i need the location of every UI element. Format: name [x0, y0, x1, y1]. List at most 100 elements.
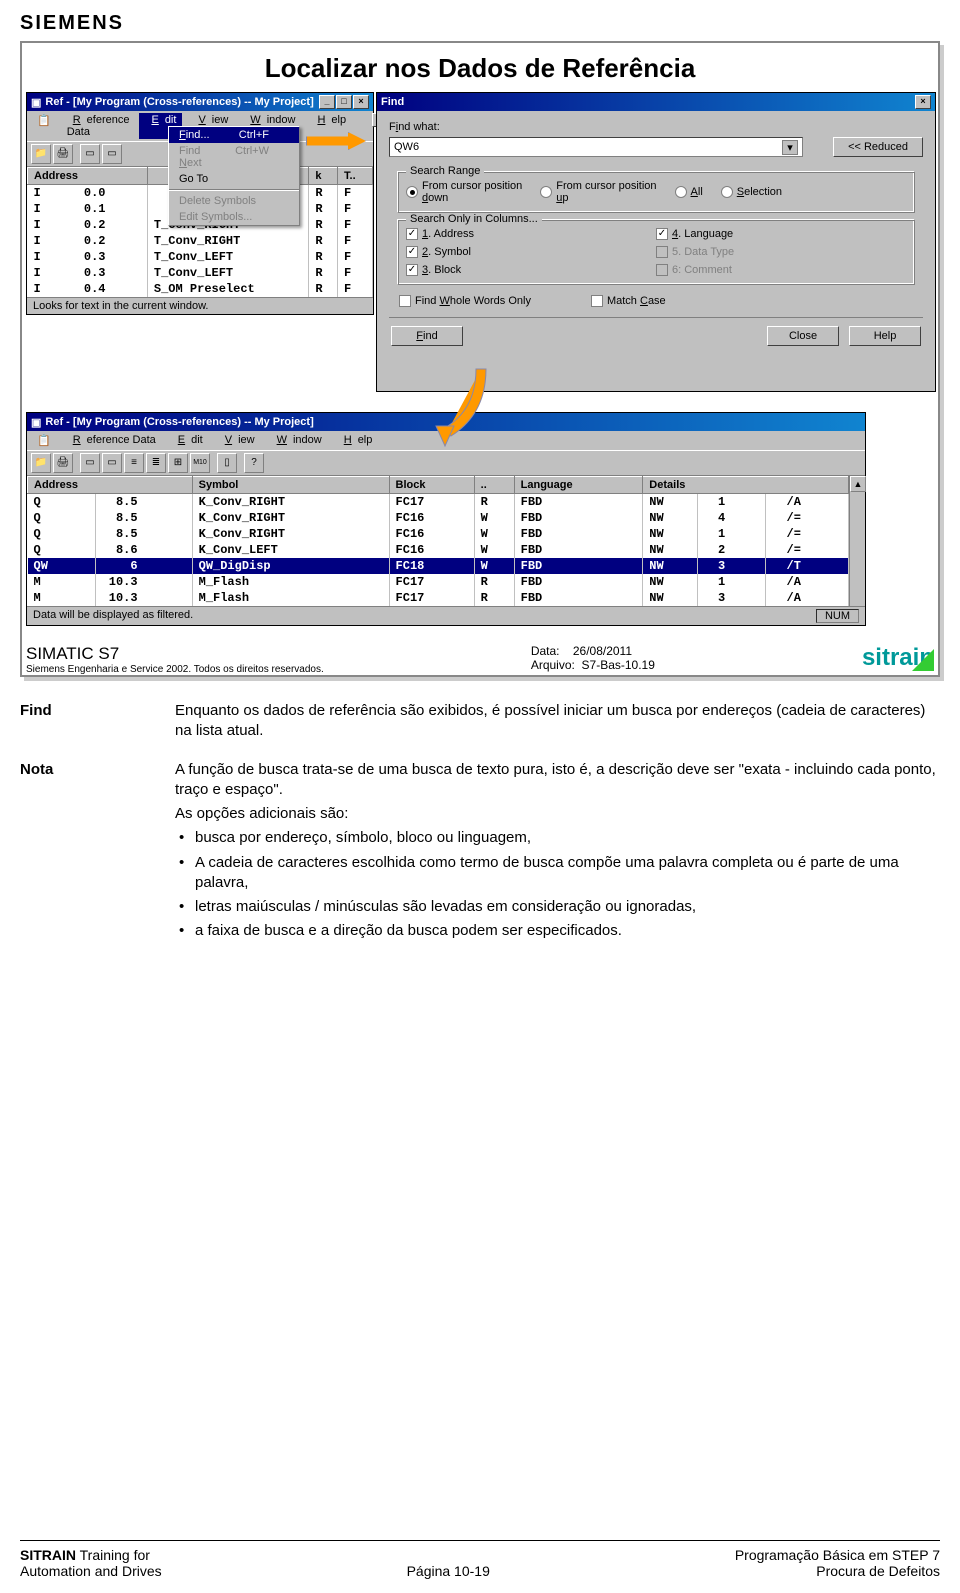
toolbar-button[interactable]: ▭ [80, 144, 100, 164]
slide-info-left: SIMATIC S7 Siemens Engenharia e Service … [26, 644, 324, 675]
menu-window[interactable]: Window [265, 433, 328, 448]
close-icon[interactable]: × [915, 95, 931, 109]
titlebar-1: ▣ Ref - [My Program (Cross-references) --… [27, 93, 373, 111]
menu-item-edit-symbols: Edit Symbols... [169, 209, 299, 225]
radio-selection[interactable]: Selection [721, 180, 782, 204]
slide-title: Localizar nos Dados de Referência [26, 43, 934, 92]
table-row[interactable]: Q 8.6K_Conv_LEFTFC16WFBDNW 2 /= [28, 542, 849, 558]
close-icon[interactable]: × [353, 95, 369, 109]
radio-from-cursor-up[interactable]: From cursor positionup [540, 180, 656, 204]
col-symbol[interactable]: Symbol [192, 477, 389, 494]
search-range-legend: Search Range [406, 165, 484, 177]
table-row[interactable]: Q 8.5K_Conv_RIGHTFC17RFBDNW 1 /A [28, 494, 849, 511]
toolbar-button[interactable]: ▭ [102, 144, 122, 164]
page-number: Página 10-19 [407, 1563, 490, 1579]
reduced-button[interactable]: << Reduced [833, 137, 923, 157]
col-t[interactable]: T.. [338, 168, 373, 185]
corner-triangle-icon [912, 649, 934, 671]
arrow-curve-icon [426, 364, 496, 454]
list-item: a faixa de busca e a direção da busca po… [175, 921, 940, 941]
menu-reference-data[interactable]: Reference Data [61, 113, 136, 139]
find-input[interactable]: QW6 ▾ [389, 137, 803, 157]
table-row[interactable]: I 0.3T_Conv_LEFTRF [28, 265, 373, 281]
chk-datatype: 5. Data Type [656, 246, 906, 258]
find-heading: Find [20, 701, 175, 742]
chk-whole-words[interactable]: Find Whole Words Only [399, 295, 531, 307]
toolbar-button[interactable]: 📁 [31, 453, 51, 473]
toolbar-button[interactable]: ▯ [217, 453, 237, 473]
chk-block[interactable]: ✓3. Block [406, 264, 656, 276]
minimize-icon[interactable]: _ [319, 95, 335, 109]
table-row[interactable]: QW 6QW_DigDispFC18WFBDNW 3 /T [28, 558, 849, 574]
edit-menu-dropdown: Find...Ctrl+F Find NextCtrl+W Go To Dele… [168, 126, 300, 226]
dropdown-arrow-icon[interactable]: ▾ [782, 140, 798, 155]
toolbar-button[interactable]: ▭ [80, 453, 100, 473]
find-titlebar: Find × [377, 93, 935, 111]
toolbar-button[interactable]: 🖨 [53, 144, 73, 164]
slide-container: Localizar nos Dados de Referência ▣ Ref -… [20, 41, 940, 677]
col-language[interactable]: Language [514, 477, 643, 494]
num-lock-indicator: NUM [816, 609, 859, 623]
toolbar-button[interactable]: 🖨 [53, 453, 73, 473]
vertical-scrollbar[interactable]: ▲ [849, 476, 865, 606]
find-dialog: Find × Find what: QW6 ▾ << Reduced Searc… [376, 92, 936, 392]
chk-address[interactable]: ✓1. Address [406, 228, 656, 240]
col-dots[interactable]: .. [474, 477, 514, 494]
toolbar-help-icon[interactable]: ? [244, 453, 264, 473]
page-footer: SITRAIN Training for Automation and Driv… [20, 1540, 940, 1579]
description-text: Find Enquanto os dados de referência são… [20, 701, 940, 946]
radio-from-cursor-down[interactable]: From cursor positiondown [406, 180, 522, 204]
table-row[interactable]: M 10.3M_FlashFC17RFBDNW 1 /A [28, 574, 849, 590]
menu-help[interactable]: Help [305, 113, 352, 139]
menu-edit[interactable]: Edit [166, 433, 209, 448]
menu-view[interactable]: View [213, 433, 261, 448]
menu-item-find[interactable]: Find...Ctrl+F [169, 127, 299, 143]
radio-all[interactable]: All [675, 180, 703, 204]
table-row[interactable]: I 0.3T_Conv_LEFTRF [28, 249, 373, 265]
toolbar-button[interactable]: ⊞ [168, 453, 188, 473]
table-row[interactable]: M 10.3M_FlashFC17RFBDNW 3 /A [28, 590, 849, 606]
app-icon: ▣ [31, 416, 41, 429]
col-details[interactable]: Details [643, 477, 849, 494]
col-address[interactable]: Address [28, 477, 193, 494]
find-what-label: Find what: [389, 121, 923, 133]
statusbar-1: Looks for text in the current window. [27, 297, 373, 314]
chk-language[interactable]: ✓4. Language [656, 228, 906, 240]
scroll-up-icon[interactable]: ▲ [850, 476, 866, 492]
window-title-1: Ref - [My Program (Cross-references) -- … [45, 96, 313, 108]
menu-help[interactable]: Help [332, 433, 379, 448]
chk-symbol[interactable]: ✓2. Symbol [406, 246, 656, 258]
table-row[interactable]: I 0.2T_Conv_RIGHTRF [28, 233, 373, 249]
menu-reference-data[interactable]: Reference Data [61, 433, 162, 448]
search-columns-legend: Search Only in Columns... [406, 213, 542, 225]
close-button[interactable]: Close [767, 326, 839, 346]
nota-heading: Nota [20, 760, 175, 946]
table-row[interactable]: Q 8.5K_Conv_RIGHTFC16WFBDNW 4 /= [28, 510, 849, 526]
list-item: letras maiúsculas / minúsculas são levad… [175, 897, 940, 917]
menu-item-goto[interactable]: Go To [169, 171, 299, 187]
nota-paragraph-2: As opções adicionais são: [175, 804, 940, 824]
col-address[interactable]: Address [28, 168, 148, 185]
nota-paragraph-1: A função de busca trata-se de uma busca … [175, 760, 940, 801]
slide-info-center: Data: 26/08/2011 Arquivo: S7-Bas-10.19 [531, 644, 655, 672]
toolbar-button[interactable]: 📁 [31, 144, 51, 164]
help-button[interactable]: Help [849, 326, 921, 346]
find-dialog-title: Find [381, 96, 404, 108]
maximize-icon[interactable]: □ [336, 95, 352, 109]
toolbar-button[interactable]: M10× [190, 453, 210, 473]
menu-item-find-next: Find NextCtrl+W [169, 143, 299, 171]
menu-item-delete-symbols: Delete Symbols [169, 193, 299, 209]
xref-table-2: Address Symbol Block .. Language Details… [27, 476, 849, 606]
col-block[interactable]: Block [389, 477, 474, 494]
find-input-value: QW6 [394, 141, 419, 153]
list-item: busca por endereço, símbolo, bloco ou li… [175, 828, 940, 848]
find-button[interactable]: Find [391, 326, 463, 346]
table-row[interactable]: I 0.4S_OM PreselectRF [28, 281, 373, 297]
chk-match-case[interactable]: Match Case [591, 295, 666, 307]
toolbar-button[interactable]: ≣ [146, 453, 166, 473]
app-icon: ▣ [31, 96, 41, 109]
toolbar-button[interactable]: ▭ [102, 453, 122, 473]
statusbar-2: Data will be displayed as filtered. NUM [27, 606, 865, 625]
toolbar-button[interactable]: ≡ [124, 453, 144, 473]
table-row[interactable]: Q 8.5K_Conv_RIGHTFC16WFBDNW 1 /= [28, 526, 849, 542]
